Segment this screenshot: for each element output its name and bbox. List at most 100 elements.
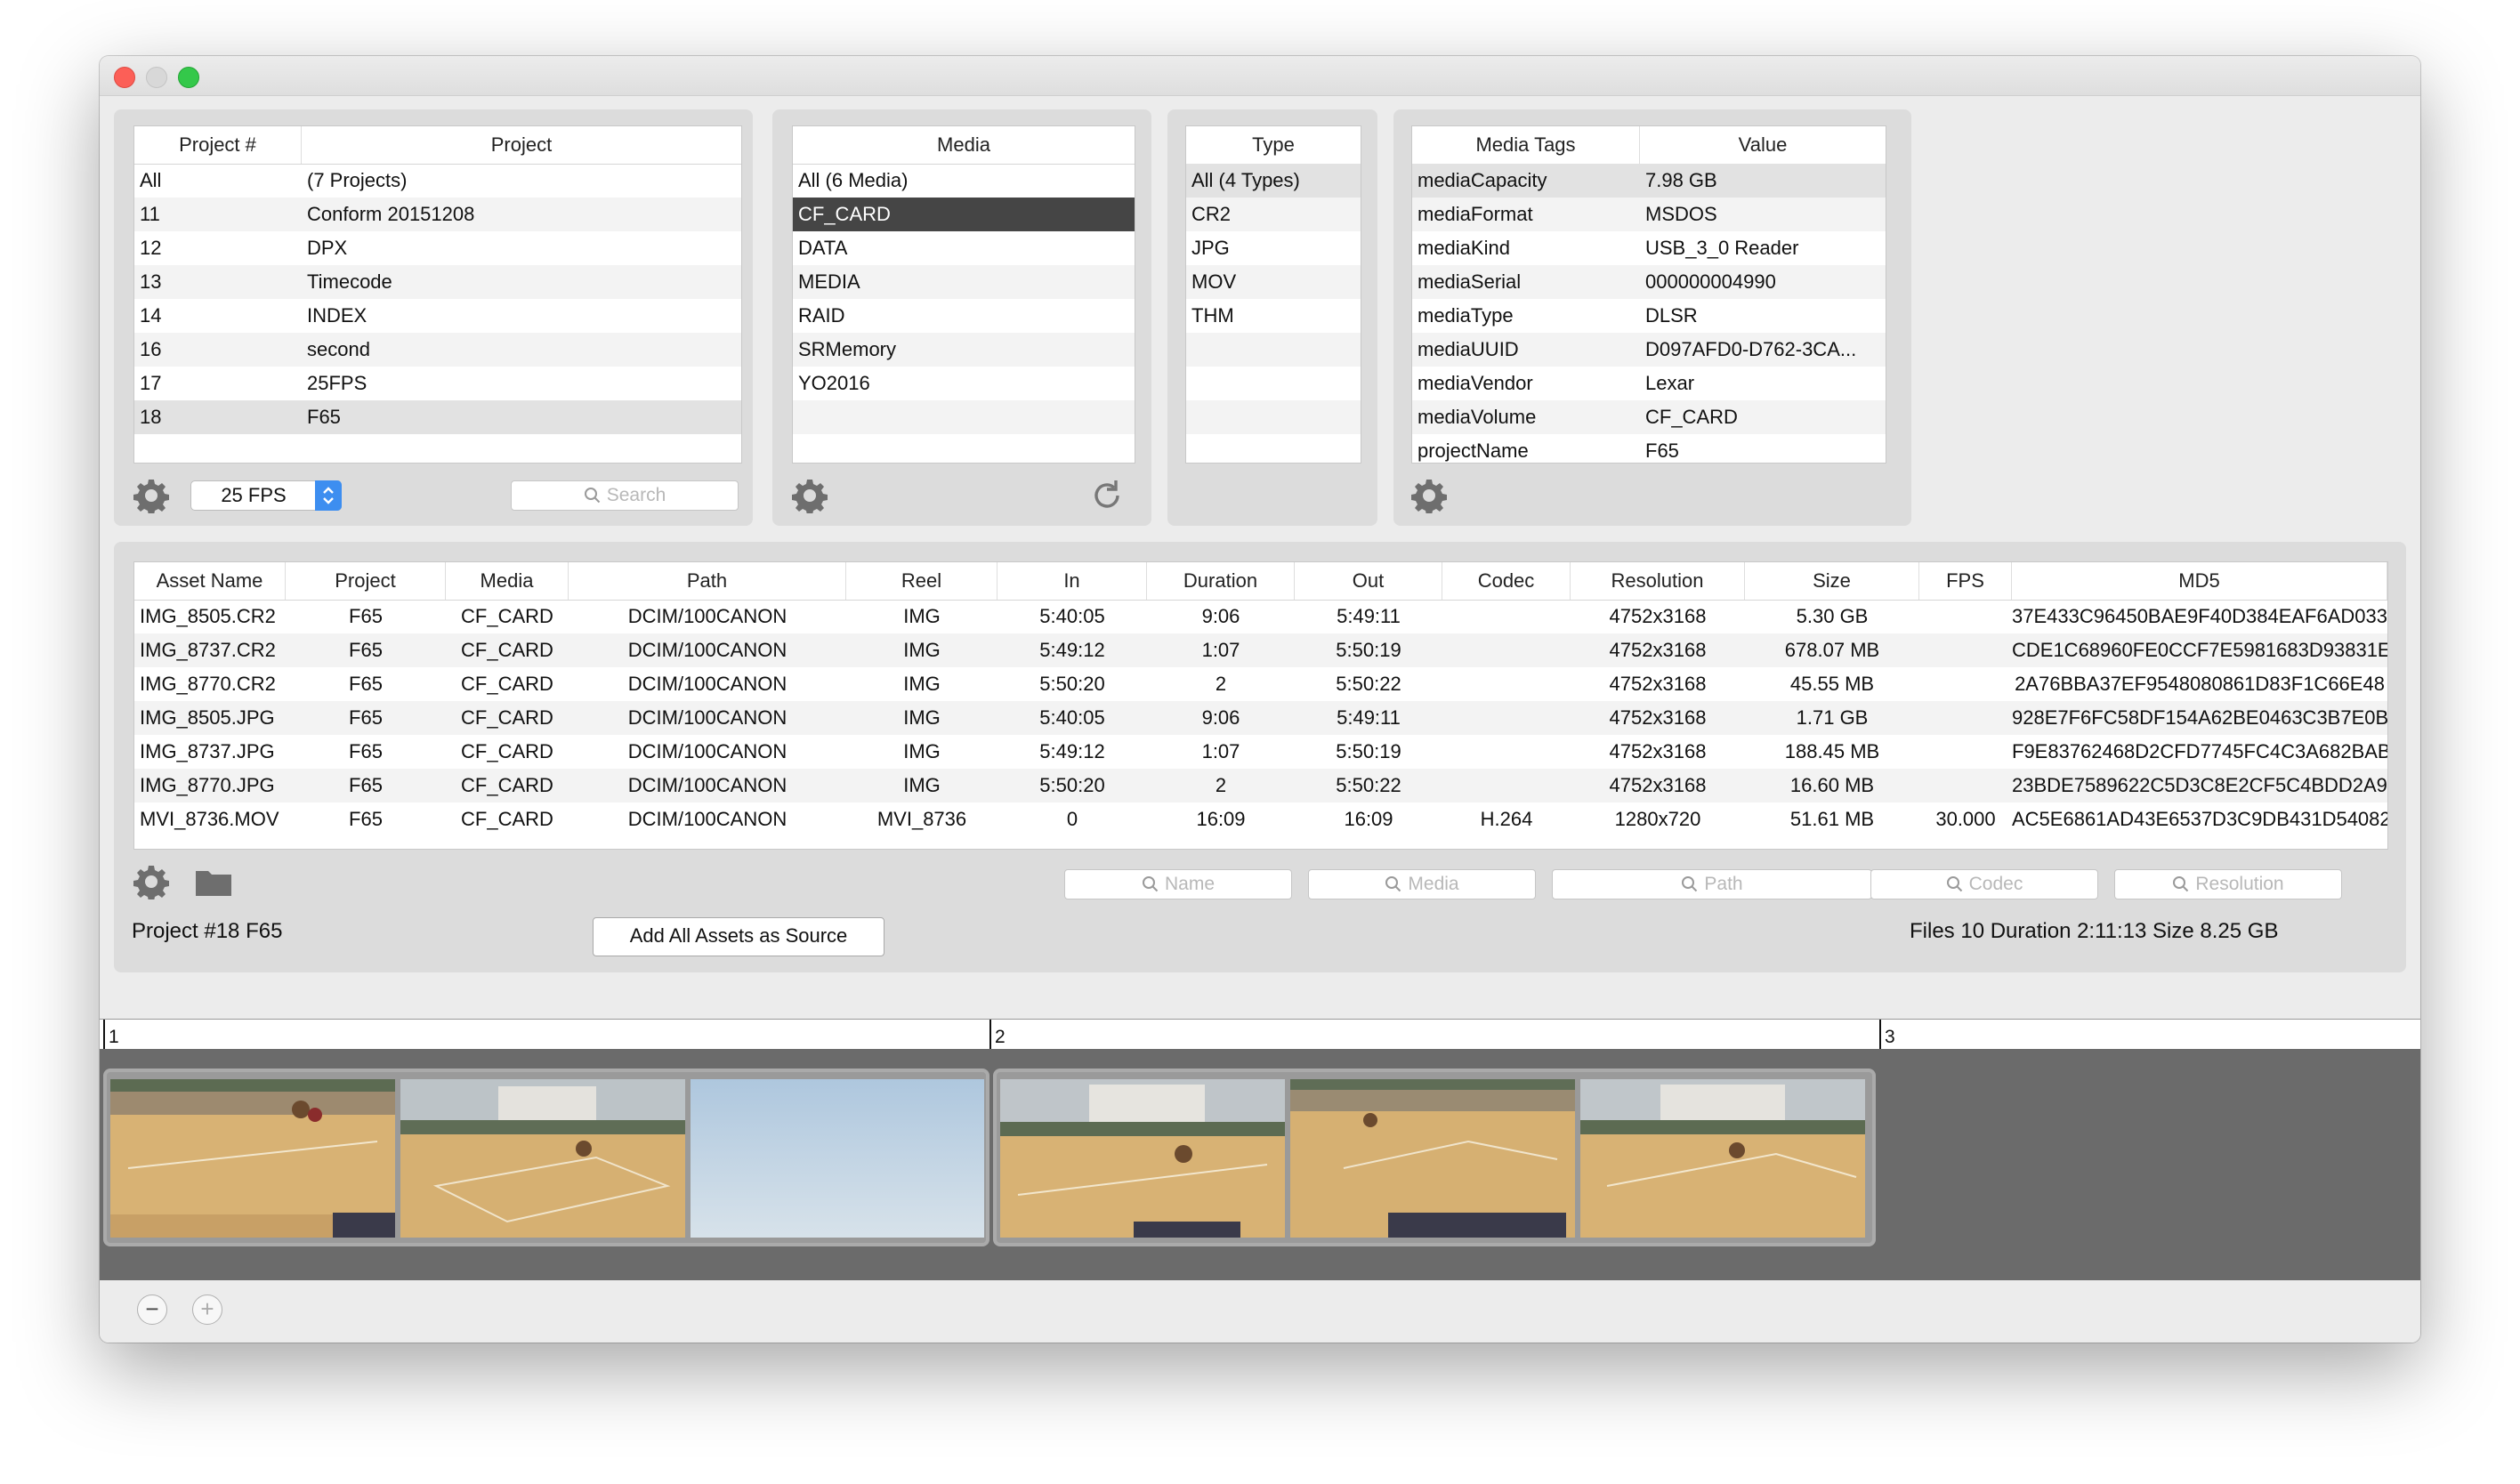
tag-row[interactable]: mediaCapacity 7.98 GB bbox=[1412, 164, 1886, 198]
project-search-input[interactable]: Search bbox=[511, 480, 739, 511]
asset-name-cell: IMG_8737.JPG bbox=[140, 740, 275, 762]
tag-row[interactable]: mediaFormat MSDOS bbox=[1412, 198, 1886, 231]
fps-cell bbox=[1919, 735, 2012, 769]
chevron-updown-icon bbox=[315, 480, 342, 511]
tag-row[interactable]: mediaVolume CF_CARD bbox=[1412, 400, 1886, 434]
asset-row[interactable]: IMG_8770.CR2 F65 CF_CARD DCIM/100CANON IMG 5:… bbox=[134, 667, 2387, 701]
timeline-clip-1[interactable] bbox=[103, 1069, 989, 1246]
tag-row[interactable]: mediaVendor Lexar bbox=[1412, 367, 1886, 400]
column-header-project[interactable]: Project bbox=[302, 126, 741, 164]
filter-codec-input[interactable]: Codec bbox=[1870, 869, 2098, 899]
project-row[interactable]: 13 Timecode bbox=[134, 265, 741, 299]
column-header-reel[interactable]: Reel bbox=[846, 562, 998, 600]
fps-popup[interactable]: 25 FPS bbox=[190, 480, 342, 511]
assets-settings-gear-icon[interactable] bbox=[133, 864, 169, 899]
column-header-size[interactable]: Size bbox=[1745, 562, 1919, 600]
asset-row[interactable]: IMG_8505.CR2 F65 CF_CARD DCIM/100CANON IMG 5:… bbox=[134, 600, 2387, 633]
size-cell: 678.07 MB bbox=[1784, 639, 1880, 661]
column-header-codec[interactable]: Codec bbox=[1442, 562, 1571, 600]
column-header-media[interactable]: Media bbox=[793, 126, 1135, 164]
media-tags-table-header: Media Tags Value bbox=[1412, 126, 1886, 165]
media-row[interactable]: RAID bbox=[793, 299, 1135, 333]
type-row[interactable]: CR2 bbox=[1186, 198, 1361, 231]
filter-name-input[interactable]: Name bbox=[1064, 869, 1292, 899]
tag-row[interactable]: mediaType DLSR bbox=[1412, 299, 1886, 333]
media-cell: CF_CARD bbox=[461, 706, 553, 729]
asset-row[interactable]: MVI_8736.MOV F65 CF_CARD DCIM/100CANON MVI_8… bbox=[134, 802, 2387, 836]
media-row[interactable]: YO2016 bbox=[793, 367, 1135, 400]
project-cell: F65 bbox=[349, 706, 383, 729]
out-cell: 16:09 bbox=[1344, 808, 1393, 830]
asset-row[interactable]: IMG_8737.CR2 F65 CF_CARD DCIM/100CANON IMG 5:… bbox=[134, 633, 2387, 667]
minimize-window-button[interactable] bbox=[146, 67, 167, 88]
project-row[interactable]: 16 second bbox=[134, 333, 741, 367]
media-row[interactable]: MEDIA bbox=[793, 265, 1135, 299]
project-row[interactable]: 12 DPX bbox=[134, 231, 741, 265]
in-cell: 5:49:12 bbox=[1039, 639, 1105, 661]
column-header-asset-name[interactable]: Asset Name bbox=[134, 562, 286, 600]
refresh-icon[interactable] bbox=[1089, 478, 1125, 513]
resolution-cell: 4752x3168 bbox=[1609, 605, 1707, 627]
asset-row[interactable]: IMG_8505.JPG F65 CF_CARD DCIM/100CANON IMG 5:… bbox=[134, 701, 2387, 735]
media-settings-gear-icon[interactable] bbox=[792, 478, 828, 513]
add-all-assets-button[interactable]: Add All Assets as Source bbox=[593, 917, 884, 956]
project-row[interactable]: All (7 Projects) bbox=[134, 164, 741, 198]
zoom-out-button[interactable]: − bbox=[137, 1294, 167, 1325]
zoom-in-button[interactable]: + bbox=[192, 1294, 222, 1325]
filter-resolution-input[interactable]: Resolution bbox=[2114, 869, 2342, 899]
folder-icon[interactable] bbox=[194, 866, 233, 898]
column-header-out[interactable]: Out bbox=[1295, 562, 1442, 600]
project-row[interactable]: 17 25FPS bbox=[134, 367, 741, 400]
column-header-project[interactable]: Project bbox=[286, 562, 446, 600]
media-row[interactable]: DATA bbox=[793, 231, 1135, 265]
project-row[interactable]: 14 INDEX bbox=[134, 299, 741, 333]
out-cell: 5:49:11 bbox=[1337, 605, 1401, 627]
codec-cell bbox=[1442, 633, 1571, 667]
type-row[interactable]: THM bbox=[1186, 299, 1361, 333]
tag-row[interactable]: mediaUUID D097AFD0-D762-3CA... bbox=[1412, 333, 1886, 367]
type-name-cell: MOV bbox=[1191, 270, 1237, 293]
type-row[interactable]: MOV bbox=[1186, 265, 1361, 299]
column-header-project-number[interactable]: Project # bbox=[134, 126, 302, 164]
project-name-cell: DPX bbox=[307, 237, 348, 259]
tag-row[interactable]: projectName F65 bbox=[1412, 434, 1886, 463]
column-header-fps[interactable]: FPS bbox=[1919, 562, 2012, 600]
timeline-track[interactable] bbox=[100, 1049, 2420, 1280]
asset-row[interactable]: IMG_8737.JPG F65 CF_CARD DCIM/100CANON IMG 5:… bbox=[134, 735, 2387, 769]
column-header-duration[interactable]: Duration bbox=[1147, 562, 1295, 600]
codec-cell bbox=[1442, 667, 1571, 701]
column-header-media[interactable]: Media bbox=[446, 562, 569, 600]
path-cell: DCIM/100CANON bbox=[627, 605, 788, 627]
clip-thumbnail bbox=[691, 1079, 984, 1238]
tags-settings-gear-icon[interactable] bbox=[1411, 478, 1447, 513]
filter-media-input[interactable]: Media bbox=[1308, 869, 1536, 899]
filter-path-input[interactable]: Path bbox=[1552, 869, 1872, 899]
close-window-button[interactable] bbox=[114, 67, 135, 88]
codec-cell bbox=[1442, 769, 1571, 802]
media-name-cell: YO2016 bbox=[798, 372, 870, 394]
media-row[interactable]: All (6 Media) bbox=[793, 164, 1135, 198]
type-row[interactable]: JPG bbox=[1186, 231, 1361, 265]
media-row[interactable]: CF_CARD bbox=[793, 198, 1135, 231]
column-header-in[interactable]: In bbox=[998, 562, 1147, 600]
tag-row[interactable]: mediaSerial 000000004990 bbox=[1412, 265, 1886, 299]
project-row[interactable]: 11 Conform 20151208 bbox=[134, 198, 741, 231]
column-header-type[interactable]: Type bbox=[1186, 126, 1361, 164]
column-header-media-tags[interactable]: Media Tags bbox=[1412, 126, 1640, 164]
timeline-clip-2[interactable] bbox=[993, 1069, 1876, 1246]
zoom-window-button[interactable] bbox=[178, 67, 199, 88]
column-header-value[interactable]: Value bbox=[1640, 126, 1886, 164]
type-row[interactable]: All (4 Types) bbox=[1186, 164, 1361, 198]
tag-row[interactable]: mediaKind USB_3_0 Reader bbox=[1412, 231, 1886, 265]
column-header-resolution[interactable]: Resolution bbox=[1571, 562, 1745, 600]
timeline-ruler[interactable]: 1 2 3 bbox=[100, 1019, 2420, 1050]
column-header-md5[interactable]: MD5 bbox=[2012, 562, 2387, 600]
filter-placeholder: Media bbox=[1408, 874, 1459, 894]
column-header-path[interactable]: Path bbox=[569, 562, 846, 600]
duration-cell: 1:07 bbox=[1201, 639, 1240, 661]
media-row[interactable]: SRMemory bbox=[793, 333, 1135, 367]
project-row[interactable]: 18 F65 bbox=[134, 400, 741, 434]
asset-row[interactable]: IMG_8770.JPG F65 CF_CARD DCIM/100CANON IMG 5:… bbox=[134, 769, 2387, 802]
path-cell: DCIM/100CANON bbox=[627, 639, 788, 661]
projects-settings-gear-icon[interactable] bbox=[133, 478, 169, 513]
